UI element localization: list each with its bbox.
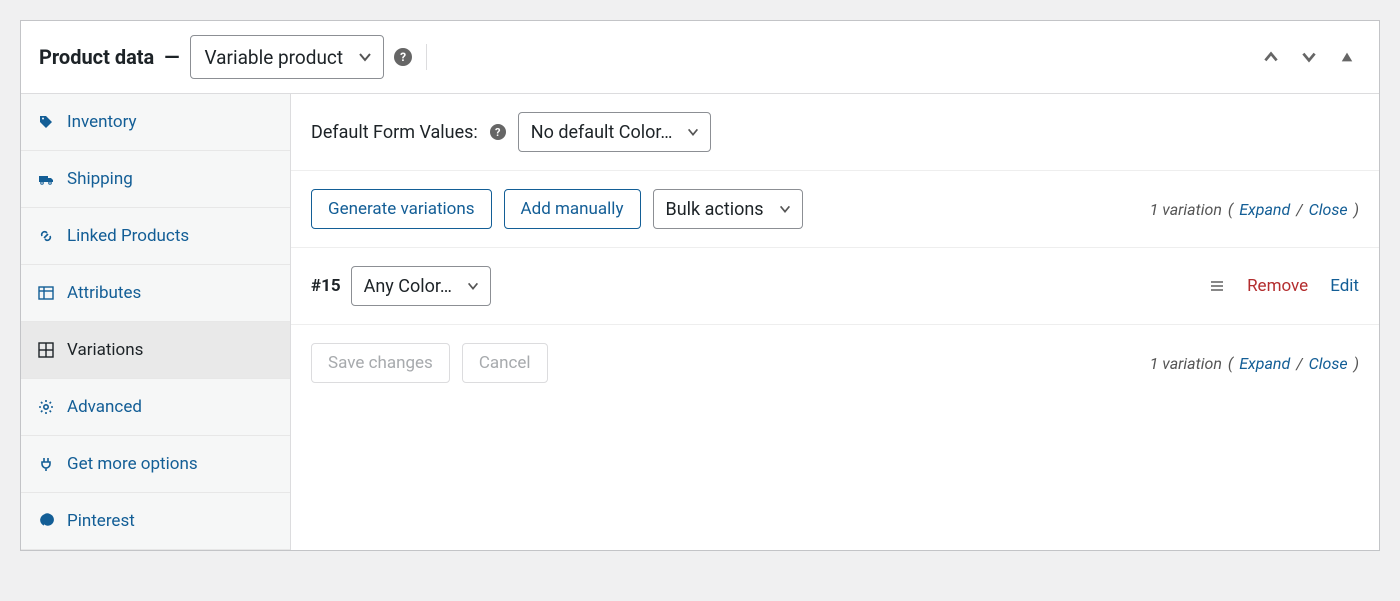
- slash: /: [1296, 200, 1302, 219]
- panel-header: Product data — Variable product ?: [21, 21, 1379, 94]
- expand-link[interactable]: Expand: [1239, 200, 1290, 219]
- panel-collapse-button[interactable]: [1333, 43, 1361, 71]
- sidebar-item-label: Variations: [67, 340, 143, 360]
- variation-actions: Remove Edit: [1209, 276, 1359, 296]
- variation-attr-value: Any Color…: [364, 276, 452, 297]
- edit-link[interactable]: Edit: [1330, 276, 1359, 296]
- chevron-down-icon: [686, 125, 700, 139]
- panel-title: Product data: [39, 45, 154, 69]
- pager-count: 1 variation: [1150, 200, 1222, 219]
- close-link[interactable]: Close: [1309, 354, 1348, 373]
- expand-link[interactable]: Expand: [1239, 354, 1290, 373]
- separator: [426, 44, 427, 70]
- sidebar-item-label: Inventory: [67, 112, 137, 132]
- sidebar-item-attributes[interactable]: Attributes: [21, 265, 290, 322]
- slash: /: [1296, 354, 1302, 373]
- help-icon[interactable]: ?: [490, 124, 506, 140]
- list-icon: [37, 285, 55, 301]
- plug-icon: [37, 456, 55, 472]
- sidebar-item-label: Pinterest: [67, 511, 135, 531]
- variation-id: #15: [311, 276, 341, 296]
- save-changes-button[interactable]: Save changes: [311, 343, 450, 383]
- panel-up-button[interactable]: [1257, 43, 1285, 71]
- panel-title-dash: —: [164, 45, 179, 69]
- variation-attr-select[interactable]: Any Color…: [351, 266, 491, 306]
- chevron-down-icon: [466, 279, 480, 293]
- sidebar-item-label: Attributes: [67, 283, 141, 303]
- generate-variations-button[interactable]: Generate variations: [311, 189, 492, 229]
- sidebar-item-label: Get more options: [67, 454, 198, 474]
- tag-icon: [37, 114, 55, 130]
- cancel-button[interactable]: Cancel: [462, 343, 548, 383]
- sidebar-item-pinterest[interactable]: Pinterest: [21, 493, 290, 550]
- default-form-row: Default Form Values: ? No default Color…: [291, 94, 1379, 171]
- drag-handle-icon[interactable]: [1209, 278, 1225, 294]
- gear-icon: [37, 399, 55, 415]
- sidebar-item-variations[interactable]: Variations: [21, 322, 290, 379]
- sidebar-item-inventory[interactable]: Inventory: [21, 94, 290, 151]
- sidebar-item-label: Linked Products: [67, 226, 189, 246]
- sidebar-item-label: Advanced: [67, 397, 142, 417]
- product-data-panel: Product data — Variable product ?: [20, 20, 1380, 551]
- bulk-actions-select[interactable]: Bulk actions: [653, 189, 803, 229]
- pager-count: 1 variation: [1150, 354, 1222, 373]
- truck-icon: [37, 171, 55, 187]
- close-paren: ): [1354, 354, 1359, 373]
- sidebar-item-advanced[interactable]: Advanced: [21, 379, 290, 436]
- close-link[interactable]: Close: [1309, 200, 1348, 219]
- variations-footer: Save changes Cancel 1 variation ( Expand…: [291, 325, 1379, 401]
- help-icon[interactable]: ?: [394, 48, 412, 66]
- link-icon: [37, 228, 55, 244]
- chevron-down-icon: [357, 49, 373, 65]
- variation-row: #15 Any Color… Remove Edit: [291, 248, 1379, 325]
- pinterest-icon: [37, 513, 55, 529]
- variations-content: Default Form Values: ? No default Color……: [291, 94, 1379, 550]
- sidebar-item-shipping[interactable]: Shipping: [21, 151, 290, 208]
- open-paren: (: [1228, 354, 1233, 373]
- variations-toolbar: Generate variations Add manually Bulk ac…: [291, 171, 1379, 248]
- grid-icon: [37, 342, 55, 358]
- remove-link[interactable]: Remove: [1247, 276, 1308, 296]
- add-manually-button[interactable]: Add manually: [504, 189, 641, 229]
- bulk-actions-value: Bulk actions: [666, 199, 764, 220]
- open-paren: (: [1228, 200, 1233, 219]
- default-form-value: No default Color…: [531, 122, 673, 143]
- product-type-select[interactable]: Variable product: [190, 35, 385, 79]
- sidebar-item-linked-products[interactable]: Linked Products: [21, 208, 290, 265]
- variations-pager-top: 1 variation ( Expand / Close ): [1150, 200, 1359, 219]
- default-form-select[interactable]: No default Color…: [518, 112, 712, 152]
- chevron-down-icon: [778, 202, 792, 216]
- sidebar: Inventory Shipping Linked Products Attri…: [21, 94, 291, 550]
- sidebar-item-label: Shipping: [67, 169, 133, 189]
- panel-body: Inventory Shipping Linked Products Attri…: [21, 94, 1379, 550]
- sidebar-item-get-more-options[interactable]: Get more options: [21, 436, 290, 493]
- default-form-label: Default Form Values:: [311, 122, 478, 143]
- variations-pager-bottom: 1 variation ( Expand / Close ): [1150, 354, 1359, 373]
- panel-down-button[interactable]: [1295, 43, 1323, 71]
- product-type-value: Variable product: [205, 46, 344, 69]
- close-paren: ): [1354, 200, 1359, 219]
